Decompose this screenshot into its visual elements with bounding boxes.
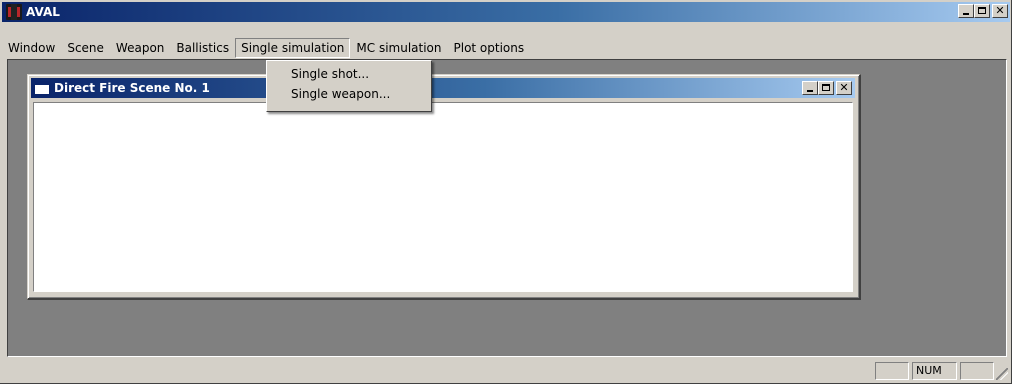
menu-item-single-shot[interactable]: Single shot...: [267, 64, 431, 84]
status-pane-1: [875, 362, 909, 380]
menu-item-single-weapon[interactable]: Single weapon...: [267, 84, 431, 104]
menu-scene[interactable]: Scene: [61, 39, 110, 57]
menu-weapon[interactable]: Weapon: [110, 39, 170, 57]
single-simulation-dropdown: Single shot... Single weapon...: [266, 60, 432, 112]
app-window: AVAL ✕ Window Scene Weapon Ballistics Si…: [0, 0, 1012, 384]
menu-ballistics[interactable]: Ballistics: [170, 39, 235, 57]
maximize-button[interactable]: [974, 4, 990, 18]
close-button[interactable]: ✕: [992, 4, 1008, 18]
app-title: AVAL: [26, 5, 60, 19]
mdi-titlebar[interactable]: Direct Fire Scene No. 1 ✕: [31, 78, 855, 98]
resize-grip[interactable]: [996, 368, 1008, 380]
statusbar: NUM: [2, 360, 1010, 382]
mdi-window-controls: ✕: [802, 81, 852, 95]
mdi-client-area: Direct Fire Scene No. 1 ✕: [7, 59, 1007, 357]
mdi-close-button[interactable]: ✕: [836, 81, 852, 95]
mdi-minimize-button[interactable]: [802, 81, 818, 95]
menu-single-simulation[interactable]: Single simulation: [235, 38, 351, 58]
aval-app-icon[interactable]: [6, 4, 22, 20]
scene-canvas[interactable]: [33, 102, 853, 292]
menu-mc-simulation[interactable]: MC simulation: [350, 39, 447, 57]
mdi-title: Direct Fire Scene No. 1: [54, 81, 210, 95]
document-window-icon[interactable]: [34, 81, 50, 95]
menubar: Window Scene Weapon Ballistics Single si…: [2, 37, 1010, 59]
menu-window[interactable]: Window: [2, 39, 61, 57]
status-pane-num: NUM: [912, 362, 957, 380]
app-titlebar[interactable]: AVAL ✕: [2, 2, 1010, 22]
status-pane-3: [960, 362, 994, 380]
direct-fire-scene-window[interactable]: Direct Fire Scene No. 1 ✕: [27, 74, 861, 300]
mdi-maximize-button[interactable]: [818, 81, 834, 95]
menu-plot-options[interactable]: Plot options: [448, 39, 531, 57]
app-window-controls: ✕: [958, 4, 1008, 18]
minimize-button[interactable]: [958, 4, 974, 18]
